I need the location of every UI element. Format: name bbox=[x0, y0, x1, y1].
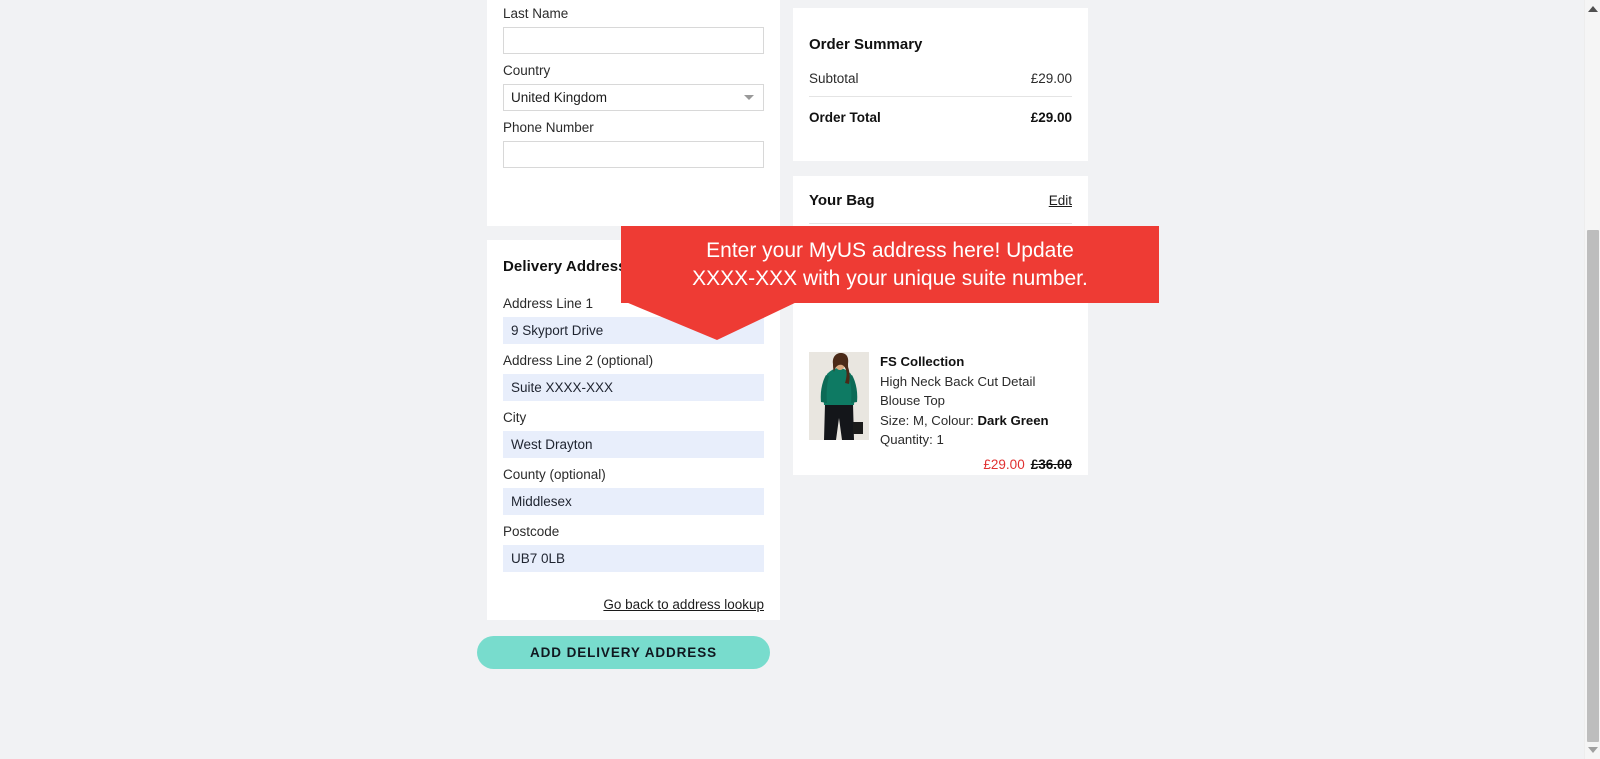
last-name-field-group: Last Name bbox=[503, 0, 764, 54]
phone-number-label: Phone Number bbox=[503, 120, 594, 135]
order-summary-card: Order Summary Subtotal £29.00 Order Tota… bbox=[793, 8, 1088, 161]
product-colour-value: Dark Green bbox=[977, 412, 1049, 428]
order-total-label: Order Total bbox=[809, 110, 881, 125]
city-input[interactable] bbox=[503, 431, 764, 458]
county-field-group: County (optional) bbox=[503, 460, 764, 515]
edit-bag-link[interactable]: Edit bbox=[1049, 193, 1072, 208]
product-price-row: £29.00 £36.00 bbox=[880, 450, 1072, 475]
your-bag-title: Your Bag bbox=[809, 192, 875, 209]
address-line-2-input[interactable] bbox=[503, 374, 764, 401]
bag-header: Your Bag Edit bbox=[809, 176, 1072, 224]
last-name-label: Last Name bbox=[503, 6, 569, 21]
scroll-down-arrow-icon[interactable] bbox=[1588, 747, 1598, 753]
postcode-field-group: Postcode bbox=[503, 517, 764, 572]
scroll-up-arrow-icon[interactable] bbox=[1588, 6, 1598, 12]
postcode-input[interactable] bbox=[503, 545, 764, 572]
order-summary-title: Order Summary bbox=[809, 36, 923, 53]
bag-item-details: FS Collection High Neck Back Cut Detail … bbox=[869, 352, 1072, 474]
product-original-price: £36.00 bbox=[1030, 456, 1072, 472]
order-total-value: £29.00 bbox=[1030, 110, 1072, 125]
checkout-page: Last Name Country Phone Number Delivery … bbox=[0, 0, 1600, 759]
callout-pointer-tail bbox=[621, 300, 801, 340]
subtotal-row: Subtotal £29.00 bbox=[809, 67, 1072, 96]
order-total-row: Order Total £29.00 bbox=[809, 96, 1072, 135]
postcode-label: Postcode bbox=[503, 524, 560, 539]
product-sale-price: £29.00 bbox=[983, 456, 1025, 472]
product-quantity: Quantity: 1 bbox=[880, 432, 944, 447]
product-size-prefix: Size: M, Colour: bbox=[880, 412, 978, 428]
product-size-colour: Size: M, Colour: Dark Green bbox=[880, 411, 1072, 431]
county-label: County (optional) bbox=[503, 467, 606, 482]
callout-banner: Enter your MyUS address here! Update XXX… bbox=[621, 226, 1159, 303]
subtotal-value: £29.00 bbox=[1030, 71, 1072, 86]
phone-number-field-group: Phone Number bbox=[503, 113, 764, 168]
address-lookup-row: Go back to address lookup bbox=[503, 574, 764, 614]
subtotal-label: Subtotal bbox=[809, 71, 859, 86]
callout-text: Enter your MyUS address here! Update XXX… bbox=[692, 238, 1088, 290]
address-line-2-label: Address Line 2 (optional) bbox=[503, 353, 654, 368]
product-thumbnail-image bbox=[809, 352, 869, 440]
vertical-scrollbar[interactable] bbox=[1584, 0, 1600, 759]
phone-number-input[interactable] bbox=[503, 141, 764, 168]
product-name-line-1: High Neck Back Cut Detail bbox=[880, 373, 1036, 389]
add-delivery-address-button[interactable]: ADD DELIVERY ADDRESS bbox=[477, 636, 770, 669]
address-line-2-field-group: Address Line 2 (optional) bbox=[503, 346, 764, 401]
county-input[interactable] bbox=[503, 488, 764, 515]
product-brand: FS Collection bbox=[880, 354, 965, 369]
city-label: City bbox=[503, 410, 527, 425]
country-label: Country bbox=[503, 63, 551, 78]
personal-details-card: Last Name Country Phone Number bbox=[487, 0, 780, 226]
country-select-wrapper[interactable] bbox=[503, 84, 764, 111]
country-select[interactable] bbox=[503, 84, 764, 111]
last-name-input[interactable] bbox=[503, 27, 764, 54]
product-thumbnail[interactable] bbox=[809, 352, 869, 440]
go-back-to-address-lookup-link[interactable]: Go back to address lookup bbox=[603, 597, 764, 612]
scrollbar-thumb[interactable] bbox=[1587, 230, 1599, 742]
country-field-group: Country bbox=[503, 56, 764, 111]
product-name-line-2: Blouse Top bbox=[880, 393, 946, 408]
city-field-group: City bbox=[503, 403, 764, 458]
